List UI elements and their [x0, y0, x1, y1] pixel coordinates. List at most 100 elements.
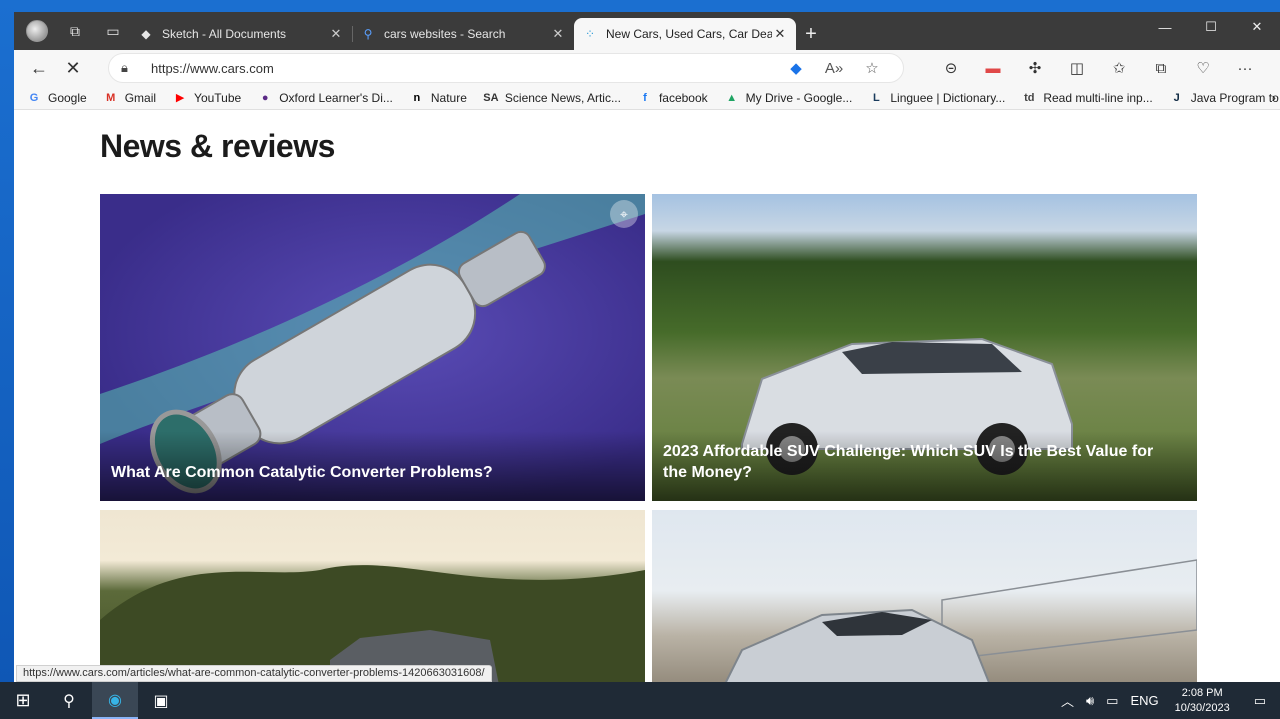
bookmark-item[interactable]: G Google: [26, 91, 87, 105]
article-card[interactable]: [100, 510, 645, 682]
tab-actions-icon[interactable]: ▭: [96, 16, 130, 46]
bookmark-item[interactable]: J Java Program to Cr...: [1169, 91, 1280, 105]
bookmark-favicon-icon: ▲: [726, 91, 738, 104]
tab-title: Sketch - All Documents: [162, 27, 287, 41]
bookmark-item[interactable]: n Nature: [409, 91, 467, 105]
minimize-button[interactable]: —: [1142, 12, 1188, 42]
bookmark-favicon-icon: ▶: [175, 92, 185, 104]
sketch-icon: ◆: [141, 27, 151, 41]
bookmark-label: Linguee | Dictionary...: [890, 90, 1006, 105]
visual-search-icon[interactable]: ⌖: [610, 200, 638, 228]
favorites-icon[interactable]: ✩: [1098, 53, 1140, 83]
bookmark-favicon-icon: J: [1173, 91, 1180, 104]
clock-date: 10/30/2023: [1174, 701, 1230, 714]
status-bar-url: https://www.cars.com/articles/what-are-c…: [16, 665, 492, 682]
bookmark-favicon-icon: n: [413, 91, 421, 104]
favorite-star-icon[interactable]: ☆: [853, 59, 891, 77]
split-screen-icon[interactable]: ◫: [1056, 53, 1098, 83]
tab-title: New Cars, Used Cars, Car Dealers: [606, 27, 772, 41]
copilot-icon[interactable]: ◈: [1266, 53, 1280, 83]
bookmark-label: Nature: [430, 90, 467, 105]
address-toolbar: ← ✕ 🔒︎ https://www.cars.com ◆ A» ☆ ⊝ ▬ ✣…: [14, 50, 1280, 86]
address-bar[interactable]: 🔒︎ https://www.cars.com ◆ A» ☆: [108, 53, 904, 83]
extension-red-icon[interactable]: ▬: [972, 53, 1014, 83]
new-tab-button[interactable]: +: [796, 18, 826, 50]
coupon-tag-icon[interactable]: ◆: [777, 59, 815, 77]
bookmark-item[interactable]: SA Science News, Artic...: [483, 91, 621, 105]
close-window-button[interactable]: ✕: [1234, 12, 1280, 42]
search-icon[interactable]: ⚲: [46, 682, 92, 719]
bookmark-item[interactable]: L Linguee | Dictionary...: [868, 91, 1005, 105]
car-on-road-photo: [100, 565, 645, 682]
bookmark-label: Science News, Artic...: [504, 90, 621, 105]
bookmark-item[interactable]: M Gmail: [103, 91, 156, 105]
bookmark-favicon-icon: ●: [261, 91, 269, 104]
bookmark-favicon-icon: G: [29, 91, 39, 104]
close-icon[interactable]: ✕: [328, 26, 344, 42]
cars-favicon: ⁘: [584, 27, 596, 41]
bookmark-favicon-icon: td: [1024, 91, 1035, 104]
tracking-icon[interactable]: ⊝: [930, 53, 972, 83]
read-aloud-icon[interactable]: A»: [815, 60, 853, 77]
bookmark-label: Read multi-line inp...: [1043, 90, 1153, 105]
bookmark-label: facebook: [658, 90, 708, 105]
page-content: News & reviews ⌖ What Are Common Catalyt…: [14, 110, 1280, 682]
bookmark-item[interactable]: f facebook: [637, 91, 708, 105]
clock-time: 2:08 PM: [1181, 686, 1223, 699]
clock[interactable]: 2:08 PM 10/30/2023: [1165, 686, 1240, 716]
tab-cars[interactable]: ⁘ New Cars, Used Cars, Car Dealers ✕: [574, 18, 796, 50]
close-icon[interactable]: ✕: [550, 26, 566, 42]
stop-loading-button[interactable]: ✕: [56, 53, 90, 83]
workspaces-icon[interactable]: ⧉: [58, 16, 92, 46]
bookmark-label: Oxford Learner's Di...: [279, 90, 393, 105]
collections-icon[interactable]: ⧉: [1140, 53, 1182, 83]
bookmarks-bar: G Google M Gmail ▶ YouTube ● Oxford Learner's D…: [14, 86, 1280, 110]
sports-car-photo: [724, 559, 1197, 682]
photos-app-icon[interactable]: ▣: [138, 682, 184, 719]
tab-title: cars websites - Search: [384, 27, 506, 41]
battery-icon[interactable]: ▭: [1100, 693, 1124, 709]
more-menu-icon[interactable]: ···: [1224, 53, 1266, 83]
bookmark-label: YouTube: [194, 90, 242, 105]
chevron-up-icon[interactable]: ︿: [1055, 691, 1080, 710]
bookmark-item[interactable]: ▶ YouTube: [172, 91, 241, 105]
chevron-right-icon[interactable]: ›: [1272, 90, 1276, 105]
extensions-icon[interactable]: ✣: [1014, 53, 1056, 83]
bookmark-favicon-icon: L: [872, 91, 880, 104]
desktop-edge: [0, 0, 14, 682]
bookmark-favicon-icon: M: [106, 91, 116, 104]
bookmark-favicon-icon: f: [643, 91, 647, 104]
section-heading: News & reviews: [100, 128, 335, 164]
article-title[interactable]: What Are Common Catalytic Converter Prob…: [111, 462, 625, 483]
bookmark-item[interactable]: ● Oxford Learner's Di...: [257, 91, 393, 105]
article-title[interactable]: 2023 Affordable SUV Challenge: Which SUV…: [663, 441, 1177, 483]
search-icon: ⚲: [363, 27, 373, 41]
close-icon[interactable]: ✕: [772, 26, 788, 42]
bookmark-item[interactable]: ▲ My Drive - Google...: [724, 90, 853, 105]
volume-icon[interactable]: 🔊︎: [1080, 693, 1100, 709]
maximize-button[interactable]: ☐: [1188, 12, 1234, 42]
notification-icon[interactable]: ▭: [1240, 693, 1280, 709]
url-text[interactable]: https://www.cars.com: [143, 61, 777, 76]
language-indicator[interactable]: ENG: [1124, 693, 1164, 708]
article-card[interactable]: ⌖ What Are Common Catalytic Converter Pr…: [100, 194, 645, 501]
bookmark-label: Google: [48, 90, 87, 105]
browser-window: ⧉ ▭ ◆ Sketch - All Documents ✕ ⚲ cars we…: [14, 12, 1280, 682]
desktop-background: [0, 0, 1280, 12]
edge-browser-icon[interactable]: ◉: [92, 682, 138, 719]
tab-search[interactable]: ⚲ cars websites - Search ✕: [352, 18, 574, 50]
bookmark-label: My Drive - Google...: [745, 90, 853, 105]
back-button[interactable]: ←: [22, 53, 56, 83]
tab-sketch[interactable]: ◆ Sketch - All Documents ✕: [130, 18, 352, 50]
taskbar: ⊞ ⚲ ◉ ▣ ︿ 🔊︎ ▭ ENG 2:08 PM 10/30/2023 ▭: [0, 682, 1280, 719]
article-card[interactable]: [652, 510, 1197, 682]
article-card[interactable]: 2023 Affordable SUV Challenge: Which SUV…: [652, 194, 1197, 501]
performance-icon[interactable]: ♡: [1182, 53, 1224, 83]
bookmark-label: Gmail: [124, 90, 157, 105]
start-windows-icon[interactable]: ⊞: [0, 682, 46, 719]
bookmark-item[interactable]: td Read multi-line inp...: [1021, 90, 1153, 105]
tab-strip: ⧉ ▭ ◆ Sketch - All Documents ✕ ⚲ cars we…: [14, 12, 1280, 50]
profile-avatar[interactable]: [20, 16, 54, 46]
lock-icon[interactable]: 🔒︎: [121, 60, 143, 76]
bookmark-favicon-icon: SA: [483, 91, 499, 104]
